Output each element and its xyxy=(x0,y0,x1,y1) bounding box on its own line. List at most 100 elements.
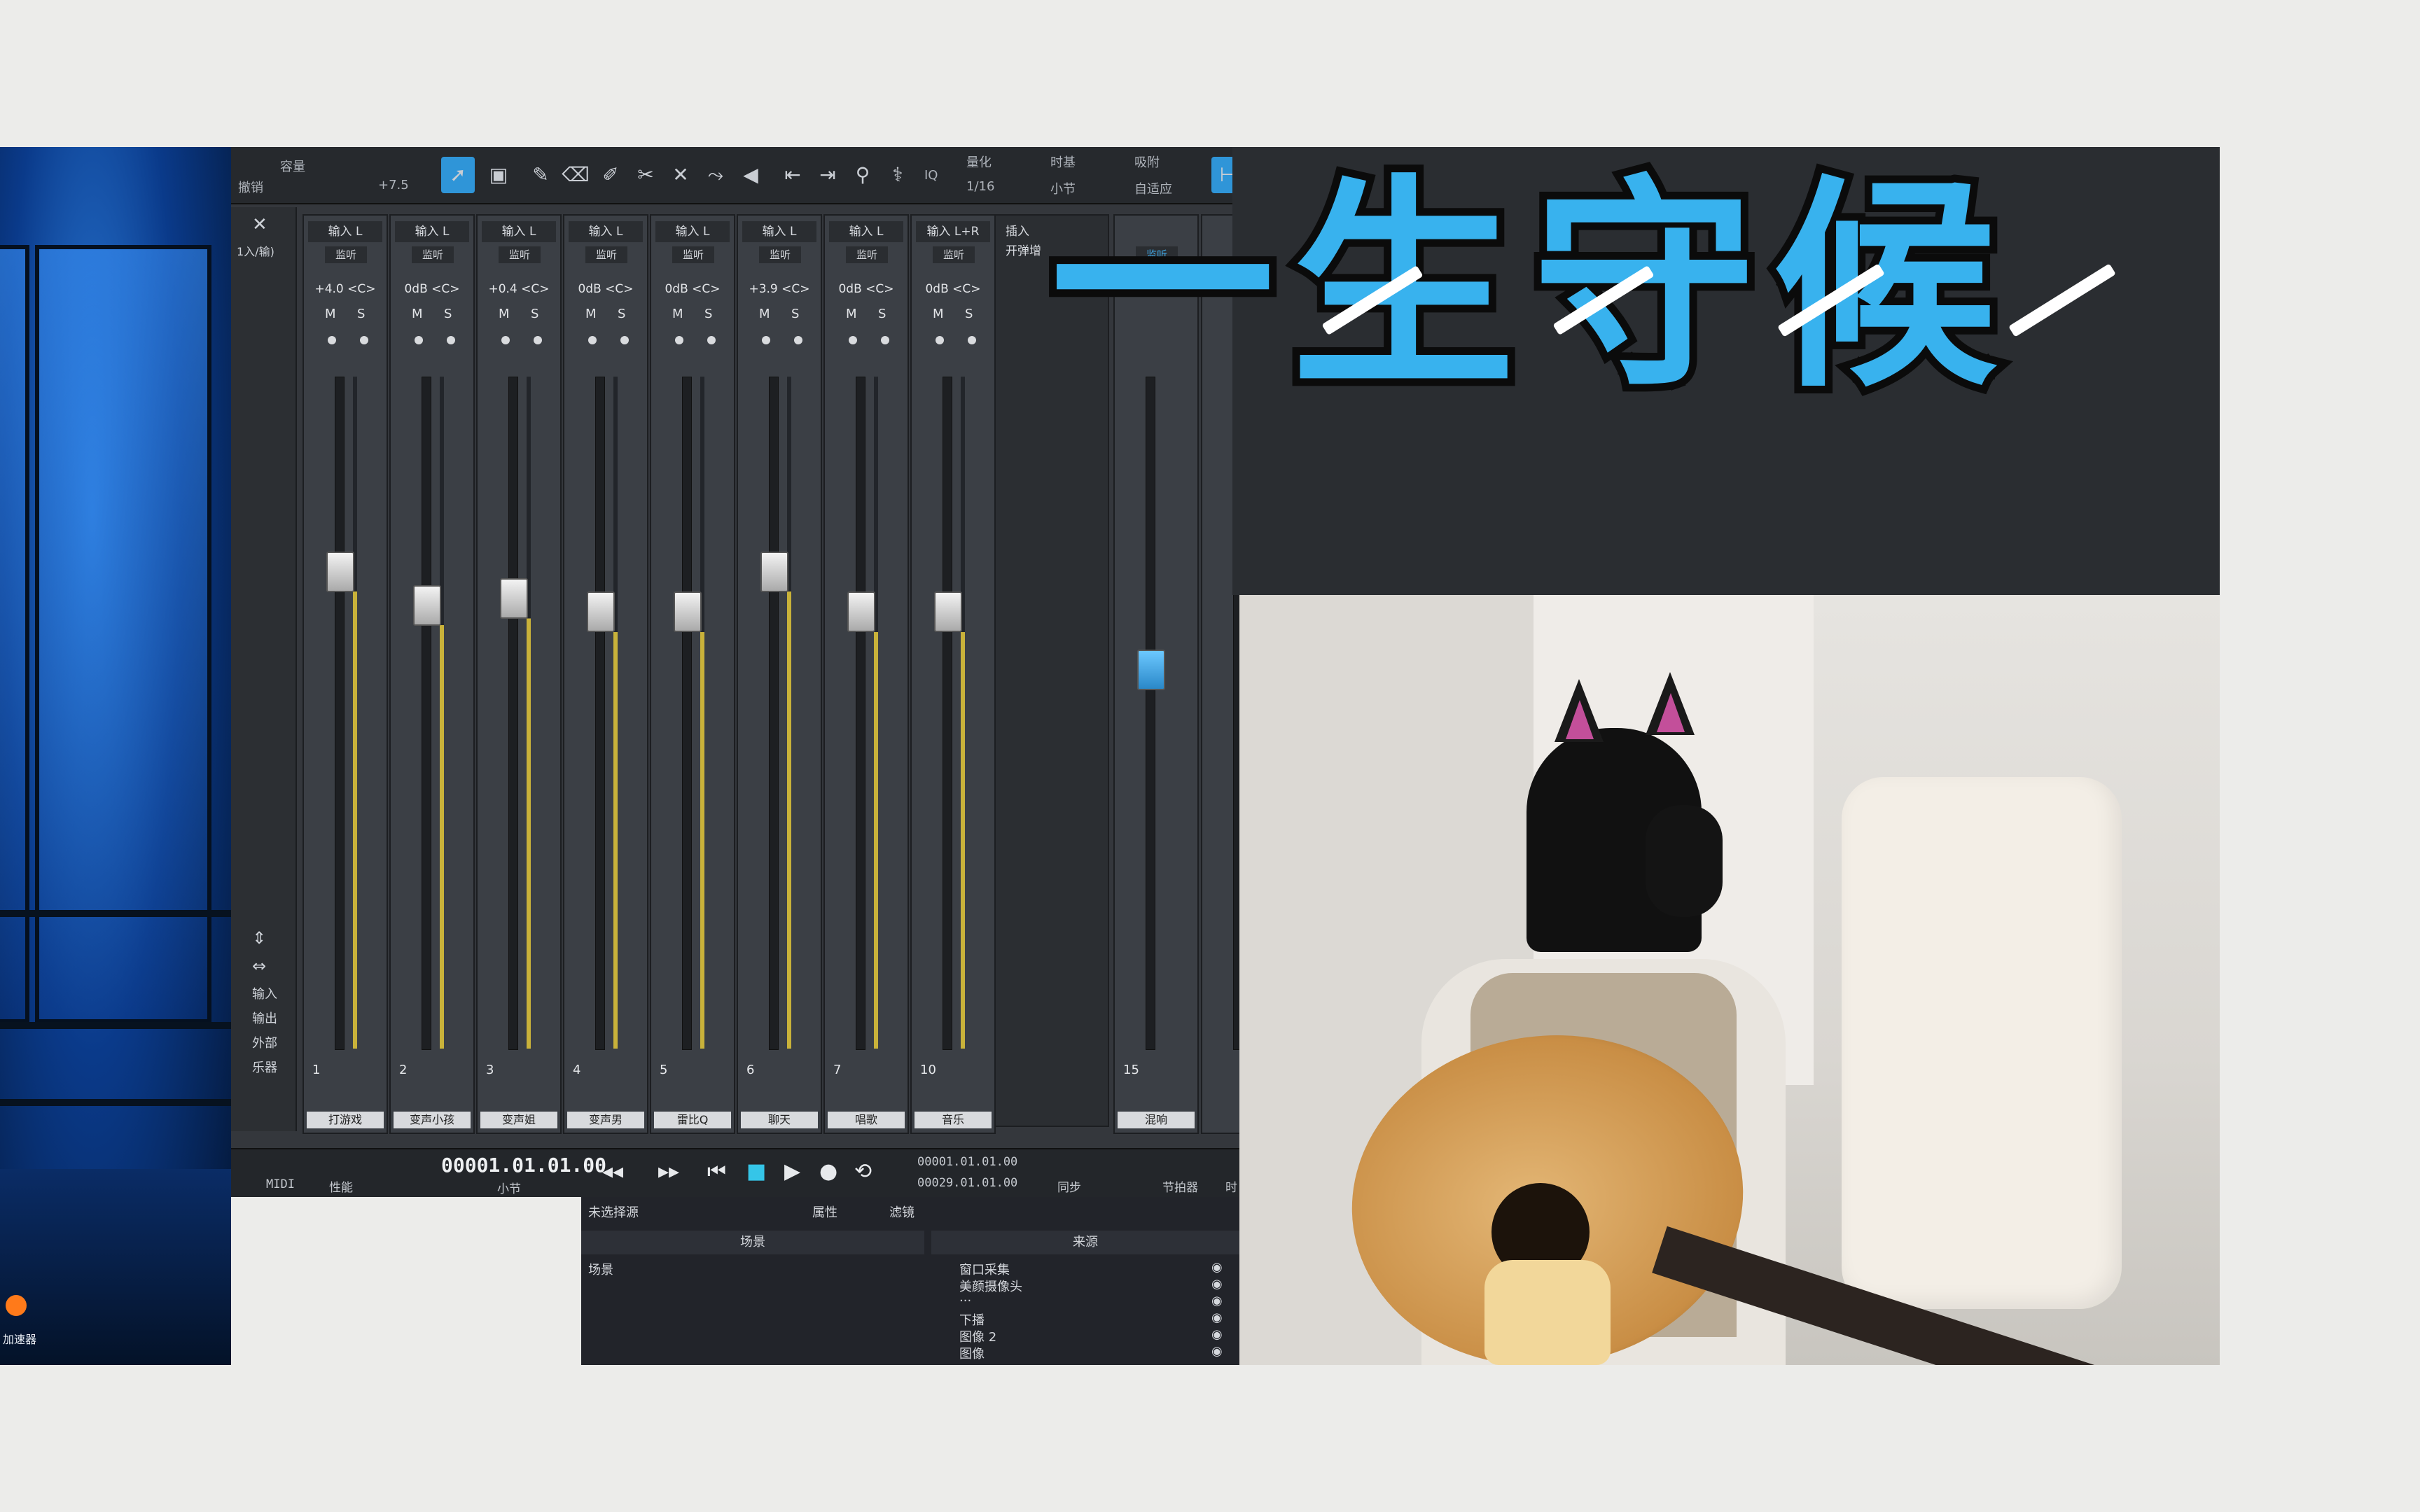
record-arm-icon[interactable] xyxy=(936,336,944,344)
eraser-tool-icon[interactable]: ⌫ xyxy=(560,160,591,190)
fader-track[interactable] xyxy=(508,377,518,1050)
channel-monitor-button[interactable]: 监听 xyxy=(672,246,714,263)
channel-name[interactable]: 打游戏 xyxy=(307,1112,384,1128)
channel-name[interactable]: 变声姐 xyxy=(480,1112,557,1128)
channel-monitor-button[interactable]: 监听 xyxy=(759,246,801,263)
return-start-icon[interactable]: ⏮ xyxy=(707,1159,726,1184)
monitor-icon[interactable] xyxy=(620,336,629,344)
monitor-icon[interactable] xyxy=(707,336,716,344)
obs-source-item[interactable]: 下播 xyxy=(959,1310,985,1329)
close-icon[interactable]: ✕ xyxy=(252,214,267,235)
channel-name[interactable]: 变声小孩 xyxy=(394,1112,471,1128)
zoom-tool-icon[interactable]: ⚲ xyxy=(847,160,878,190)
scroll-updown-icon[interactable]: ⇕ xyxy=(252,928,266,948)
channel-pan-value[interactable]: 0dB <C> xyxy=(916,280,990,298)
fader-handle[interactable] xyxy=(326,552,354,592)
channel-pan-value[interactable]: 0dB <C> xyxy=(569,280,643,298)
channel-input-select[interactable]: 输入 L xyxy=(569,221,643,242)
desktop-app-icon[interactable] xyxy=(6,1295,27,1316)
solo-button[interactable]: S xyxy=(791,307,799,321)
channel-name[interactable]: 唱歌 xyxy=(828,1112,905,1128)
mute-button[interactable]: M xyxy=(325,307,336,321)
split-tool-icon[interactable]: ✂ xyxy=(630,160,661,190)
draw-tool-icon[interactable]: ✎ xyxy=(525,160,556,190)
record-arm-icon[interactable] xyxy=(849,336,857,344)
mute-button[interactable]: M xyxy=(846,307,857,321)
visibility-eye-icon[interactable]: ◉ xyxy=(1211,1327,1223,1342)
nudge-left-icon[interactable]: ⇤ xyxy=(777,160,808,190)
visibility-eye-icon[interactable]: ◉ xyxy=(1211,1294,1223,1308)
insert-label[interactable]: 插入 xyxy=(1006,221,1029,239)
listen-tool-icon[interactable]: ◀ xyxy=(735,160,766,190)
obs-source-item[interactable]: 窗口采集 xyxy=(959,1260,1010,1278)
sync-label[interactable]: 同步 xyxy=(1057,1177,1081,1195)
channel-pan-value[interactable]: 0dB <C> xyxy=(655,280,730,298)
channel-name[interactable]: 音乐 xyxy=(915,1112,992,1128)
obs-filters-button[interactable]: 滤镜 xyxy=(889,1203,915,1221)
iq-label[interactable]: IQ xyxy=(924,168,938,183)
record-arm-icon[interactable] xyxy=(762,336,770,344)
visibility-eye-icon[interactable]: ◉ xyxy=(1211,1310,1223,1325)
fader-track[interactable] xyxy=(682,377,692,1050)
channel-monitor-button[interactable]: 监听 xyxy=(846,246,888,263)
fader-track[interactable] xyxy=(1146,377,1155,1050)
fader-track[interactable] xyxy=(943,377,952,1050)
solo-button[interactable]: S xyxy=(878,307,886,321)
obs-source-item[interactable]: ··· xyxy=(959,1294,971,1308)
monitor-icon[interactable] xyxy=(534,336,542,344)
nudge-right-icon[interactable]: ⇥ xyxy=(812,160,843,190)
time-display[interactable]: 00001.01.01.00 xyxy=(441,1154,606,1177)
monitor-icon[interactable] xyxy=(881,336,889,344)
obs-source-item[interactable]: 图像 2 xyxy=(959,1327,996,1345)
scissor-tool-icon[interactable]: ⚕ xyxy=(882,160,913,190)
channel-monitor-button[interactable]: 监听 xyxy=(933,246,975,263)
fader-track[interactable] xyxy=(422,377,431,1050)
channel-pan-value[interactable]: +3.9 <C> xyxy=(742,280,816,298)
loop-end[interactable]: 00029.01.01.00 xyxy=(917,1176,1017,1190)
channel-pan-value[interactable]: +0.4 <C> xyxy=(482,280,556,298)
solo-button[interactable]: S xyxy=(618,307,625,321)
channel-input-select[interactable]: 输入 L+R xyxy=(916,221,990,242)
mute-button[interactable]: M xyxy=(759,307,770,321)
fader-handle[interactable] xyxy=(1137,650,1165,690)
channel-name[interactable]: 混响 xyxy=(1118,1112,1195,1128)
left-strip-input[interactable]: 输入 xyxy=(252,984,277,1002)
channel-monitor-button[interactable]: 监听 xyxy=(585,246,627,263)
mute-button[interactable]: M xyxy=(672,307,683,321)
fader-handle[interactable] xyxy=(413,585,441,626)
monitor-icon[interactable] xyxy=(794,336,802,344)
monitor-icon[interactable] xyxy=(360,336,368,344)
obs-source-item[interactable]: 美颜摄像头 xyxy=(959,1277,1022,1295)
solo-button[interactable]: S xyxy=(357,307,365,321)
loop-start[interactable]: 00001.01.01.00 xyxy=(917,1155,1017,1169)
record-arm-icon[interactable] xyxy=(415,336,423,344)
channel-input-select[interactable]: 输入 L xyxy=(829,221,903,242)
mute-button[interactable]: M xyxy=(412,307,423,321)
obs-source-item[interactable]: 图像 xyxy=(959,1344,985,1362)
channel-input-select[interactable]: 输入 L xyxy=(482,221,556,242)
channel-pan-value[interactable]: +4.0 <C> xyxy=(308,280,382,298)
left-strip-external[interactable]: 外部 xyxy=(252,1033,277,1051)
channel-monitor-button[interactable]: 监听 xyxy=(325,246,367,263)
rewind-icon[interactable]: ◂◂ xyxy=(602,1159,623,1184)
toolbar-volume-value[interactable]: +7.5 xyxy=(378,178,409,192)
channel-monitor-button[interactable]: 监听 xyxy=(499,246,541,263)
channel-pan-value[interactable]: 0dB <C> xyxy=(395,280,469,298)
fader-handle[interactable] xyxy=(500,578,528,619)
fader-track[interactable] xyxy=(335,377,345,1050)
channel-input-select[interactable]: 输入 L xyxy=(655,221,730,242)
mute-button[interactable]: M xyxy=(933,307,944,321)
stop-icon[interactable]: ■ xyxy=(746,1159,766,1184)
channel-name[interactable]: 雷比Q xyxy=(654,1112,731,1128)
channel-input-select[interactable]: 输入 L xyxy=(308,221,382,242)
fader-handle[interactable] xyxy=(760,552,788,592)
solo-button[interactable]: S xyxy=(704,307,712,321)
metronome-label[interactable]: 节拍器 xyxy=(1162,1177,1198,1195)
play-icon[interactable]: ▶ xyxy=(784,1159,800,1184)
expand-icon[interactable]: ⇔ xyxy=(252,956,266,976)
mute-tool-icon[interactable]: ✕ xyxy=(665,160,696,190)
channel-name[interactable]: 聊天 xyxy=(741,1112,818,1128)
channel-input-select[interactable]: 输入 L xyxy=(742,221,816,242)
send-label[interactable]: 开弹增 xyxy=(1006,241,1041,258)
channel-input-select[interactable]: 输入 L xyxy=(395,221,469,242)
